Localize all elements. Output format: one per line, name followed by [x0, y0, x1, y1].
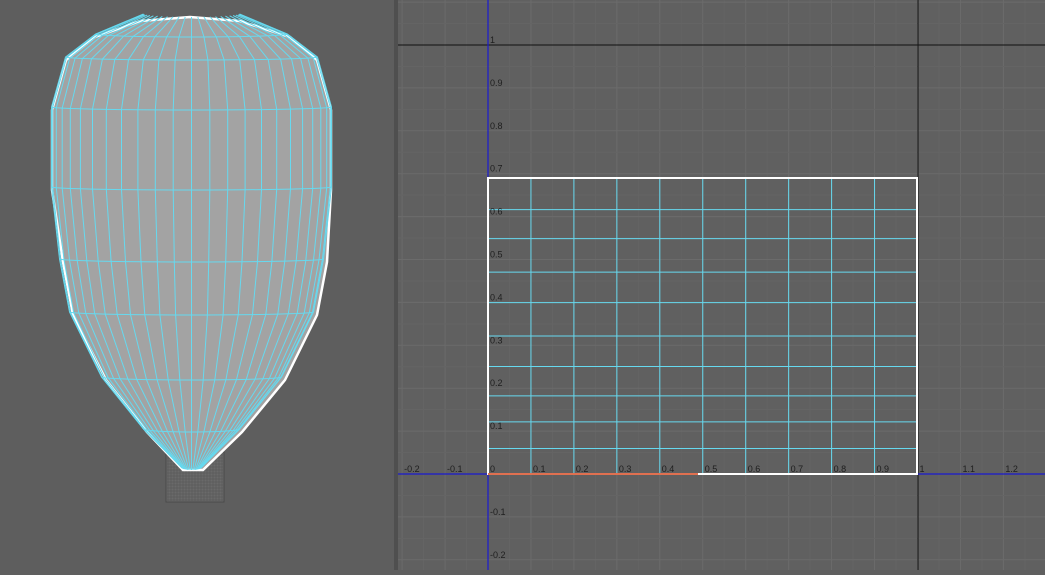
uv-tick-labels: -0.2 -0.1 0 0.1 0.2 0.3 0.4 0.5 0.6 0.7 0.8 0.9 1 1.1…	[404, 35, 1018, 560]
u-tick-label: 0.8	[834, 464, 847, 474]
u-tick-label: -0.2	[404, 464, 420, 474]
v-tick-label: 0.4	[490, 292, 503, 302]
v-tick-label: 0.9	[490, 78, 503, 88]
u-tick-label: 0.4	[662, 464, 675, 474]
u-tick-label: 1.1	[962, 464, 975, 474]
u-tick-label: 0	[490, 464, 495, 474]
u-tick-label: 1.2	[1005, 464, 1018, 474]
uv-grid-canvas[interactable]: -0.2 -0.1 0 0.1 0.2 0.3 0.4 0.5 0.6 0.7 0.8 0.9 1 1.1…	[272, 0, 1045, 570]
balloon-mesh[interactable]	[50, 13, 333, 472]
v-tick-label: -0.2	[490, 550, 506, 560]
v-tick-label: 0.8	[490, 121, 503, 131]
u-tick-label: 0.5	[705, 464, 718, 474]
u-tick-label: 0.6	[748, 464, 761, 474]
u-tick-label: 0.1	[533, 464, 546, 474]
v-tick-label: 0.2	[490, 378, 503, 388]
v-tick-label: 0.5	[490, 250, 503, 260]
v-tick-label: 0.7	[490, 164, 503, 174]
u-tick-label: 1	[920, 464, 925, 474]
u-tick-label: 0.2	[576, 464, 589, 474]
v-tick-label: 0.1	[490, 421, 503, 431]
u-tick-label: 0.9	[877, 464, 890, 474]
v-tick-label: 0.3	[490, 335, 503, 345]
u-tick-label: -0.1	[447, 464, 463, 474]
3d-viewport-panel[interactable]	[0, 0, 394, 570]
u-tick-label: 0.7	[791, 464, 804, 474]
v-tick-label: 1	[490, 35, 495, 45]
v-tick-label: -0.1	[490, 507, 506, 517]
v-tick-label: 0.6	[490, 207, 503, 217]
balloon-viewport-canvas[interactable]	[0, 0, 394, 570]
uv-editor-panel[interactable]: -0.2 -0.1 0 0.1 0.2 0.3 0.4 0.5 0.6 0.7 0.8 0.9 1 1.1…	[272, 0, 1045, 570]
u-tick-label: 0.3	[619, 464, 632, 474]
